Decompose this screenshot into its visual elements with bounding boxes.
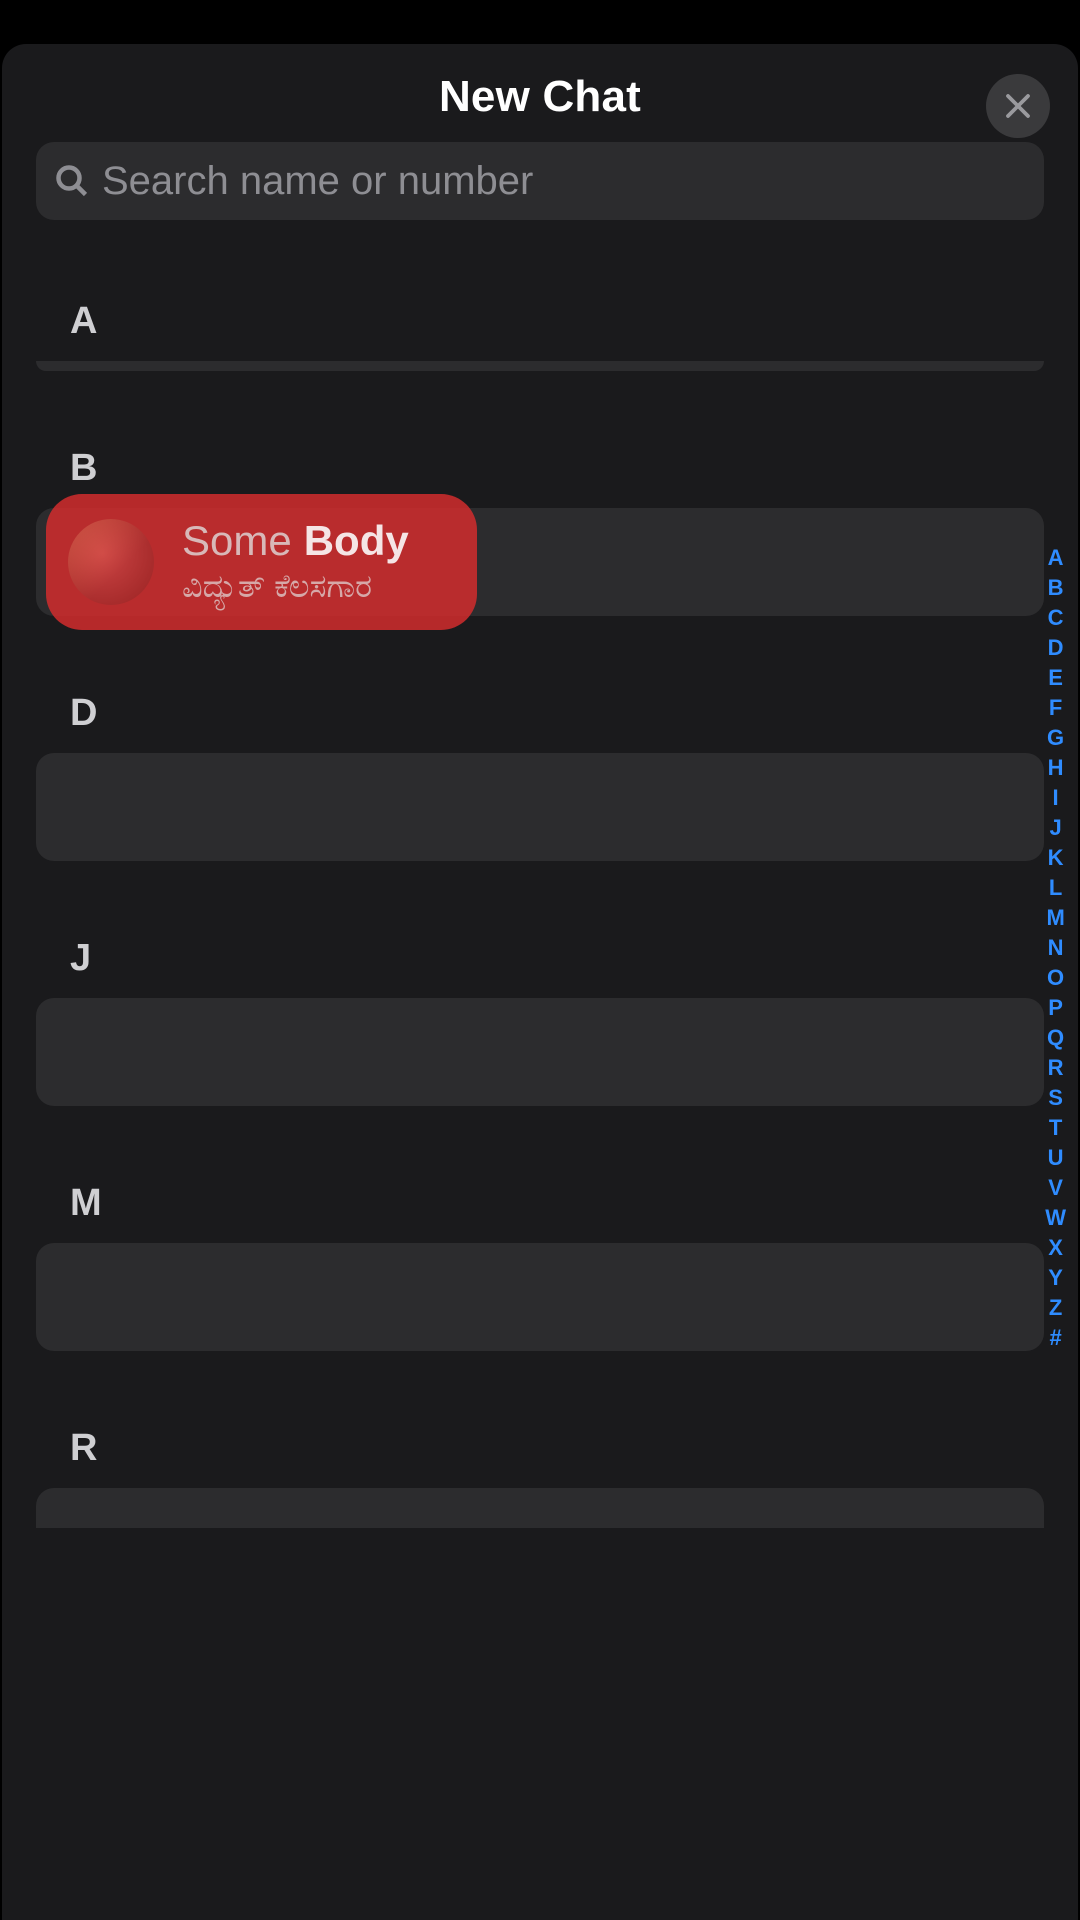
search-icon [54,163,90,199]
contact-row[interactable] [36,361,1044,371]
modal-header: New Chat [2,44,1078,142]
alpha-index-letter[interactable]: D [1042,634,1070,662]
section-header-a: A [2,282,1078,361]
alpha-index-letter[interactable]: B [1042,574,1070,602]
close-button[interactable] [986,74,1050,138]
alpha-index-letter[interactable]: W [1039,1204,1072,1232]
alpha-index-letter[interactable]: V [1042,1174,1069,1202]
alpha-index-letter[interactable]: Q [1041,1024,1070,1052]
avatar [68,519,154,605]
contact-first-name: Some [182,517,292,564]
alpha-index-letter[interactable]: F [1043,694,1068,722]
contact-name: Some Body [182,518,409,564]
alpha-index-letter[interactable]: J [1043,814,1067,842]
alpha-index-bar[interactable]: A B C D E F G H I J K L M N O P Q R S T … [1039,544,1072,1352]
contact-highlight[interactable]: Some Body ವಿದ್ಯುತ್ ಕೆಲಸಗಾರ [46,494,477,630]
contact-row[interactable] [36,753,1044,861]
alpha-index-letter[interactable]: C [1042,604,1070,632]
contact-row[interactable] [36,998,1044,1106]
alpha-index-letter[interactable]: X [1042,1234,1069,1262]
alpha-index-letter[interactable]: G [1041,724,1070,752]
section-header-j: J [2,919,1078,998]
search-field[interactable] [36,142,1044,220]
search-input[interactable] [102,159,1026,204]
alpha-index-letter[interactable]: Z [1043,1294,1068,1322]
section-header-m: M [2,1164,1078,1243]
alpha-index-letter[interactable]: O [1041,964,1070,992]
alpha-index-letter[interactable]: I [1047,784,1065,812]
contact-subtitle: ವಿದ್ಯುತ್ ಕೆಲಸಗಾರ [182,568,409,606]
contact-row[interactable] [36,1243,1044,1351]
new-chat-modal: New Chat A B [2,44,1078,1920]
alpha-index-letter[interactable]: K [1042,844,1070,872]
section-header-r: R [2,1409,1078,1488]
alpha-index-letter[interactable]: T [1043,1114,1068,1142]
alpha-index-letter[interactable]: N [1042,934,1070,962]
alpha-index-letter[interactable]: # [1043,1324,1067,1352]
modal-title: New Chat [439,72,641,122]
section-header-d: D [2,674,1078,753]
alpha-index-letter[interactable]: H [1042,754,1070,782]
alpha-index-letter[interactable]: L [1043,874,1068,902]
contact-last-name: Body [304,517,409,564]
close-icon [1003,91,1033,121]
contact-row[interactable] [36,1488,1044,1528]
contact-info: Some Body ವಿದ್ಯುತ್ ಕೆಲಸಗಾರ [182,518,409,606]
highlighted-contact-overlay: Some Body ವಿದ್ಯುತ್ ಕೆಲಸಗಾರ [46,508,477,616]
alpha-index-letter[interactable]: U [1042,1144,1070,1172]
alpha-index-letter[interactable]: S [1042,1084,1069,1112]
alpha-index-letter[interactable]: M [1040,904,1070,932]
alpha-index-letter[interactable]: Y [1042,1264,1069,1292]
alpha-index-letter[interactable]: P [1042,994,1069,1022]
alpha-index-letter[interactable]: A [1042,544,1070,572]
contacts-list[interactable]: A B Some Body ವಿದ್ಯುತ್ ಕೆಲಸಗಾರ [2,282,1078,1920]
search-container [2,142,1078,248]
alpha-index-letter[interactable]: R [1042,1054,1070,1082]
alpha-index-letter[interactable]: E [1042,664,1069,692]
